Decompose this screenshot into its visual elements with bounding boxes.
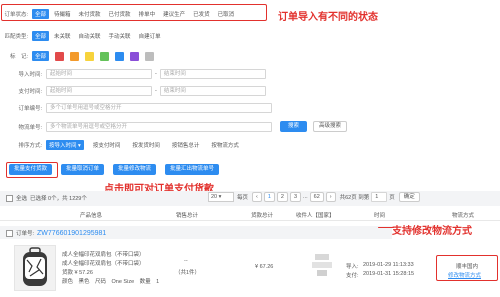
flag-yellow-swatch[interactable] <box>85 51 95 61</box>
sort-direction-icon: ▾ <box>78 143 81 149</box>
range-dash: - <box>155 88 157 94</box>
sales-count: （共1件） <box>175 270 201 276</box>
goto-confirm-button[interactable]: 确定 <box>398 192 420 202</box>
page-unit-text: 页 <box>389 195 395 201</box>
product-title-2: 成人全幅印花双肩包（不带口袋） <box>62 261 145 267</box>
match-chip-self-built[interactable]: 自建订单 <box>136 31 164 41</box>
product-attributes: 颜色 黑色 尺码 One Size 数量 1 <box>62 279 160 285</box>
status-highlight-box <box>1 4 267 21</box>
pager: 20 ▾ 每页 ‹ 1 2 3 ... 62 › 共62页 到第 1 页 确定 <box>208 192 420 202</box>
order-checkbox[interactable] <box>6 229 13 237</box>
page-3-button[interactable]: 3 <box>289 192 302 202</box>
header-sales-total: 销售总计 <box>176 213 199 219</box>
sort-row: 排序方式: 按导入时间 ▾ 按支付时间 按发货时间 按销售总计 按物流方式 <box>0 140 244 150</box>
flag-chip-all[interactable]: 全部 <box>32 51 50 61</box>
pay-start-input[interactable]: 起始时间 <box>46 86 152 96</box>
page-ellipsis: ... <box>303 194 308 200</box>
page-size-select[interactable]: 20 ▾ <box>208 192 234 202</box>
tracking-no-row: 物流单号: 多个物流单号用逗号或空格分开 搜索 高级搜索 <box>0 121 348 132</box>
flag-blue-swatch[interactable] <box>115 51 125 61</box>
import-start-input[interactable]: 起始时间 <box>46 69 152 79</box>
match-type-row: 匹配类型: 全部 未关联 自动关联 手动关联 自建订单 <box>0 31 166 41</box>
per-page-label: 每页 <box>237 195 249 201</box>
payment-total-value: ¥ 67.26 <box>255 264 274 270</box>
header-payment-total: 货款总计 <box>251 213 274 219</box>
tracking-no-label: 物流单号: <box>18 124 42 131</box>
modify-shipping-highlight <box>436 255 498 281</box>
sort-sales-total[interactable]: 按销售总计 <box>169 140 203 150</box>
pay-end-input[interactable]: 结束时间 <box>159 86 266 96</box>
page-2-button[interactable]: 2 <box>276 192 288 202</box>
tracking-no-input[interactable]: 多个物流单号用逗号或空格分开 <box>46 121 272 132</box>
batch-export-tracking-button[interactable]: 批量汇出物流单号 <box>165 164 220 175</box>
status-annotation: 订单导入有不同的状态 <box>278 12 378 23</box>
chevron-down-icon: ▾ <box>218 194 222 200</box>
match-chip-unlinked[interactable]: 未关联 <box>51 31 74 41</box>
flag-orange-swatch[interactable] <box>70 51 80 61</box>
flag-row: 标 记: 全部 <box>0 51 160 61</box>
prev-page-button[interactable]: ‹ <box>252 192 262 202</box>
flag-red-swatch[interactable] <box>55 51 65 61</box>
order-no-input[interactable]: 多个订单号用逗号或空格分开 <box>46 103 272 113</box>
header-shipping: 物流方式 <box>452 213 475 219</box>
header-time: 时间 <box>374 213 386 219</box>
recipient-blurred <box>310 252 334 278</box>
backpack-icon <box>23 247 47 286</box>
product-price: 货款 ¥ 57.26 <box>62 270 93 276</box>
import-time-row: 导入时间: 起始时间 - 结束时间 <box>0 69 266 79</box>
select-all-label: 全选 <box>16 196 28 202</box>
next-page-button[interactable]: › <box>325 192 336 202</box>
flag-label: 标 记: <box>9 54 28 60</box>
product-image <box>14 245 56 291</box>
header-recipient: 收件人【国家】 <box>296 213 335 219</box>
product-title-1[interactable]: 成人全幅印花双肩包（不带口袋） <box>62 250 145 258</box>
sort-label: 排序方式: <box>18 143 42 149</box>
pay-time-value: 2019-01-31 15:28:15 <box>363 271 415 277</box>
order-no-prefix: 订单号: <box>16 231 35 237</box>
range-dash: - <box>155 71 157 77</box>
match-chip-manual[interactable]: 手动关联 <box>106 31 134 41</box>
sort-pay-time[interactable]: 按支付时间 <box>90 140 124 150</box>
import-time-label: 导入时间: <box>18 72 42 78</box>
order-no-link[interactable]: ZW776601901295981 <box>37 230 106 237</box>
goto-page-input[interactable]: 1 <box>371 192 388 202</box>
match-type-label: 匹配类型: <box>4 34 28 40</box>
search-button[interactable]: 搜索 <box>280 121 308 132</box>
order-id-row: 订单号: ZW776601901295981 <box>6 229 106 237</box>
flag-gray-swatch[interactable] <box>145 51 155 61</box>
sort-ship-time[interactable]: 按发货时间 <box>129 140 163 150</box>
sales-total-value: -- <box>184 258 188 264</box>
sort-import-time[interactable]: 按导入时间 ▾ <box>46 140 84 150</box>
logistics-highlight-box <box>378 227 394 228</box>
selected-info: 已选择 0个，共 1229个 <box>30 196 87 202</box>
page-1-button[interactable]: 1 <box>263 192 275 202</box>
match-chip-auto[interactable]: 自动关联 <box>76 31 104 41</box>
pay-time-row: 支付时间: 起始时间 - 结束时间 <box>0 86 266 96</box>
header-product-info: 产品信息 <box>80 213 103 219</box>
batch-cancel-button[interactable]: 批量取消订单 <box>61 164 105 175</box>
select-all-checkbox[interactable] <box>6 194 13 202</box>
select-all-row: 全选 已选择 0个，共 1229个 <box>6 194 87 202</box>
pay-time-label: 支付时间: <box>18 89 42 95</box>
flag-purple-swatch[interactable] <box>130 51 140 61</box>
logistics-annotation: 支持修改物流方式 <box>392 226 472 237</box>
sort-import-time-label: 按导入时间 <box>49 143 77 149</box>
advanced-search-button[interactable]: 高级搜索 <box>313 121 348 132</box>
page-size-value: 20 <box>211 194 218 200</box>
import-end-input[interactable]: 结束时间 <box>159 69 266 79</box>
pay-time-label-cell: 支付: <box>346 273 359 279</box>
table-header <box>0 207 500 221</box>
sort-shipping[interactable]: 按物流方式 <box>208 140 242 150</box>
order-no-label: 订单编号: <box>18 106 42 112</box>
import-time-value: 2019-01-29 11:13:33 <box>363 262 414 268</box>
total-pages-text: 共62页 到第 <box>339 195 370 201</box>
import-time-label-cell: 导入: <box>346 264 359 270</box>
page-62-button[interactable]: 62 <box>309 192 324 202</box>
order-no-row: 订单编号: 多个订单号用逗号或空格分开 <box>0 103 272 113</box>
match-chip-all[interactable]: 全部 <box>32 31 50 41</box>
flag-green-swatch[interactable] <box>100 51 110 61</box>
batch-modify-shipping-button[interactable]: 批量修改物流 <box>113 164 157 175</box>
pay-highlight-box <box>6 162 58 178</box>
